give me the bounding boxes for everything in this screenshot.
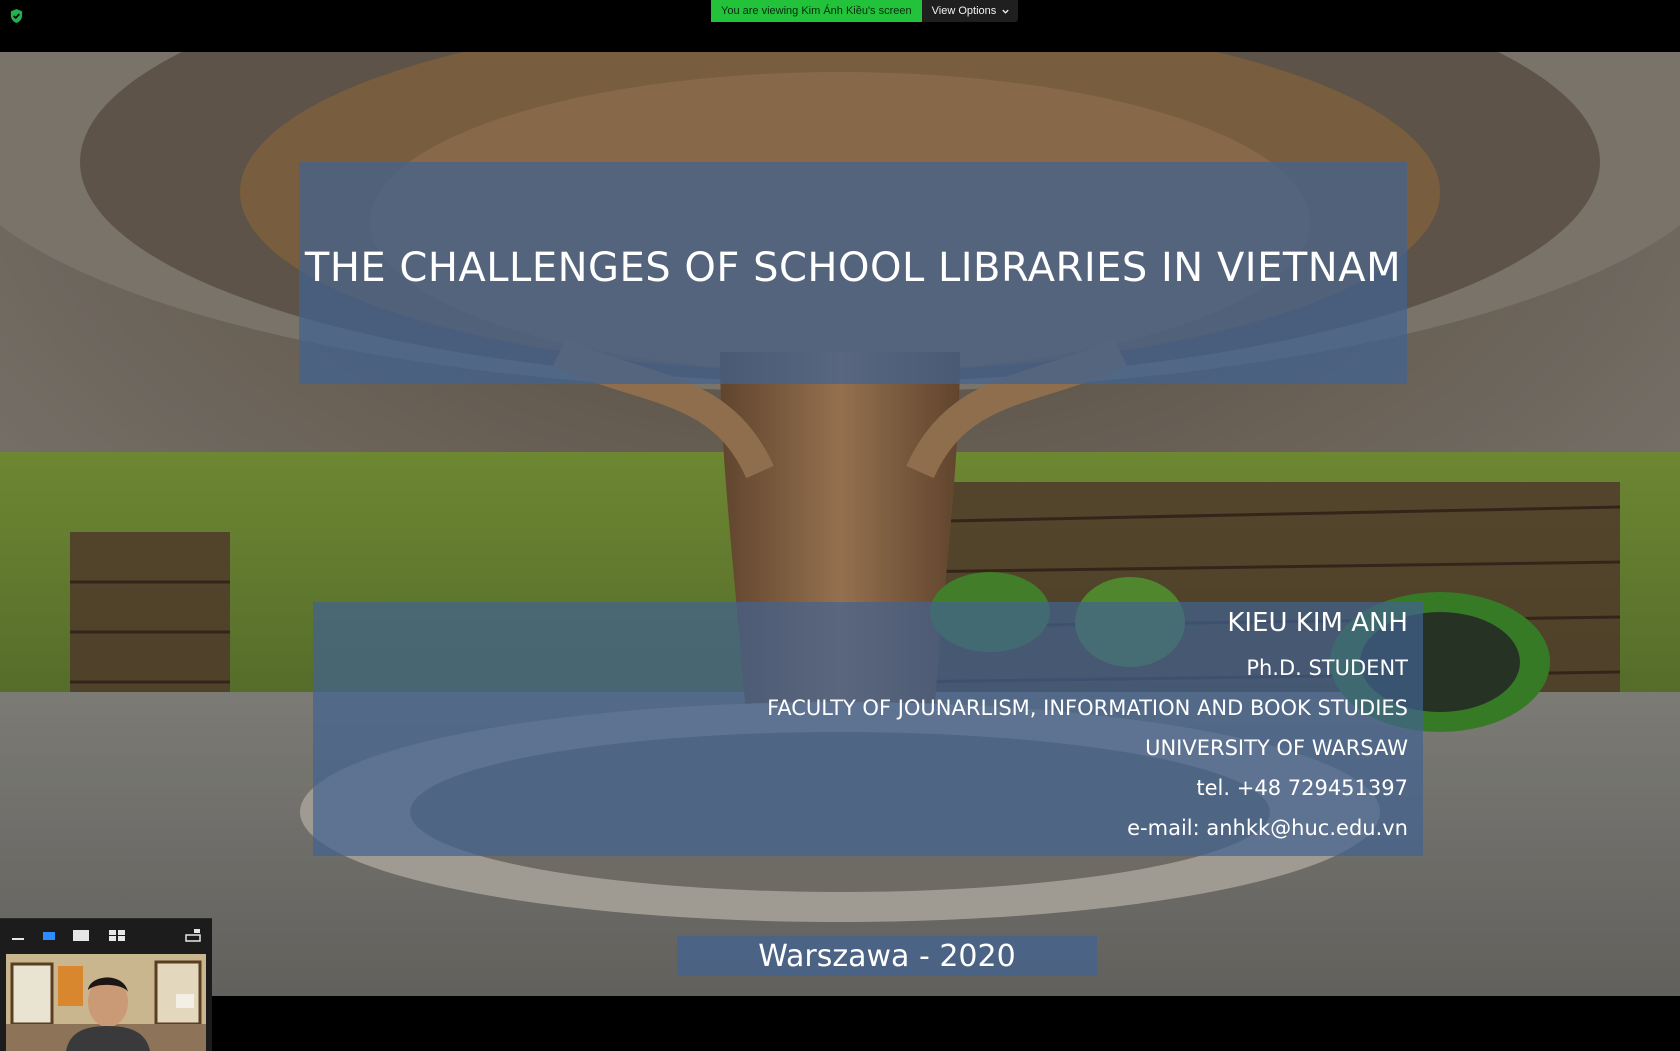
phone-line: tel. +48 729451397	[1196, 776, 1408, 800]
slide-title: THE CHALLENGES OF SCHOOL LIBRARIES IN VI…	[304, 245, 1402, 291]
bottom-bar	[0, 996, 1680, 1050]
viewing-status-label: You are viewing Kim Ánh Kiều's screen	[711, 0, 922, 22]
faculty-line: FACULTY OF JOUNARLISM, INFORMATION AND B…	[767, 696, 1408, 720]
minimize-icon[interactable]	[9, 926, 27, 944]
presenter-info-box: KIEU KIM ANH Ph.D. STUDENT FACULTY OF JO…	[313, 602, 1423, 856]
view-options-label: View Options	[931, 5, 997, 17]
author-role: Ph.D. STUDENT	[1246, 656, 1408, 680]
university-line: UNIVERSITY OF WARSAW	[1145, 736, 1408, 760]
top-bar: You are viewing Kim Ánh Kiều's screen Vi…	[0, 0, 1680, 52]
active-speaker-icon[interactable]	[72, 926, 90, 944]
slide-footer: Warszawa - 2020	[758, 938, 1016, 974]
author-name: KIEU KIM ANH	[1227, 608, 1408, 638]
encryption-shield-icon[interactable]	[9, 8, 24, 24]
view-options-button[interactable]: View Options	[921, 0, 1019, 22]
participant-video-thumbnail	[6, 954, 206, 1051]
chevron-down-icon	[1002, 9, 1009, 14]
slide-title-box: THE CHALLENGES OF SCHOOL LIBRARIES IN VI…	[299, 162, 1407, 384]
email-line: e-mail: anhkk@huc.edu.vn	[1127, 816, 1408, 840]
slide-footer-box: Warszawa - 2020	[677, 936, 1097, 976]
gallery-view-icon[interactable]	[108, 926, 126, 944]
video-panel-toolbar	[0, 919, 212, 951]
shared-screen-slide: THE CHALLENGES OF SCHOOL LIBRARIES IN VI…	[0, 52, 1680, 996]
speaker-view-icon[interactable]	[40, 926, 58, 944]
participant-video-panel[interactable]	[0, 918, 212, 1051]
screen-share-banner: You are viewing Kim Ánh Kiều's screen Vi…	[711, 0, 1019, 22]
exit-panel-icon[interactable]	[184, 926, 202, 944]
